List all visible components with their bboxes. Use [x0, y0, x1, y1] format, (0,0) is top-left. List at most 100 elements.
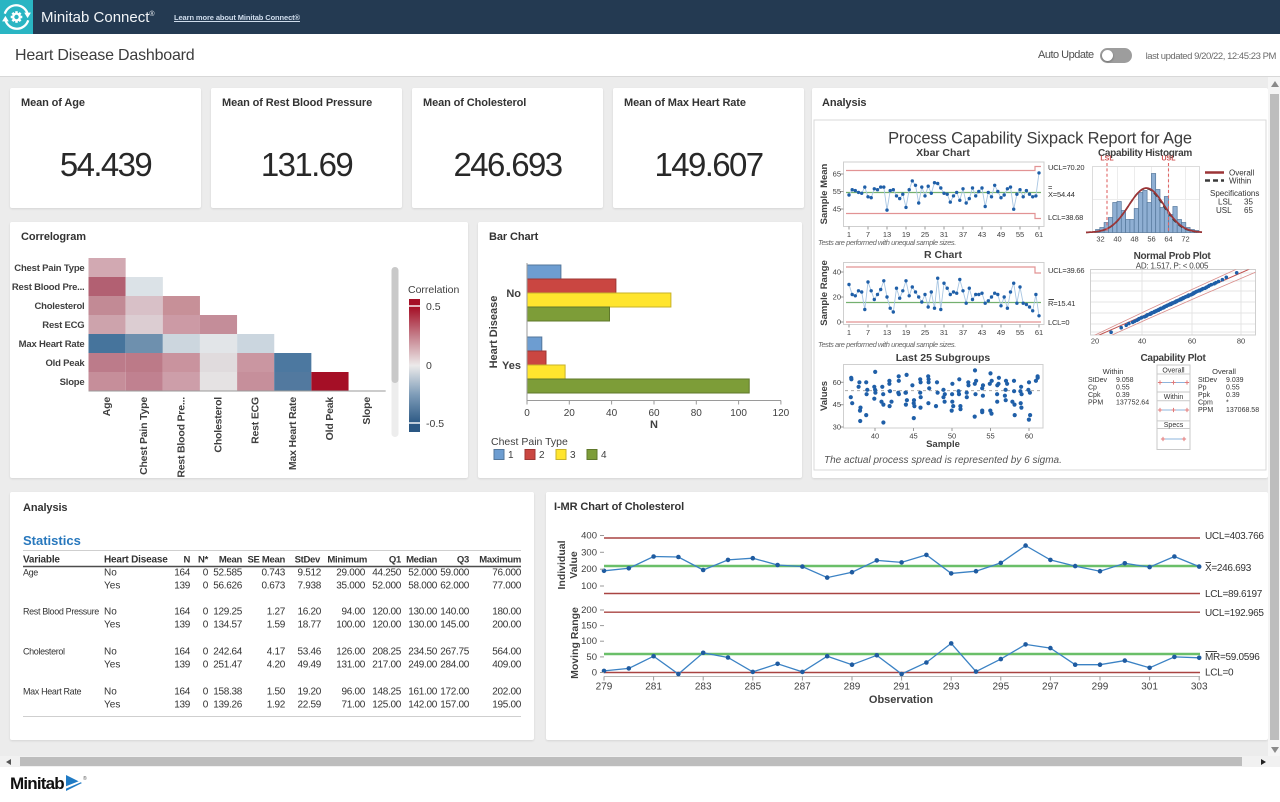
svg-text:164: 164 — [174, 647, 191, 658]
svg-text:94.00: 94.00 — [341, 607, 365, 618]
svg-text:*: * — [1226, 400, 1229, 407]
svg-text:LCL=0: LCL=0 — [1205, 668, 1234, 679]
svg-text:Slope: Slope — [361, 397, 373, 425]
svg-text:80: 80 — [1237, 337, 1245, 346]
svg-text:137068.58: 137068.58 — [1226, 407, 1259, 414]
svg-text:55: 55 — [986, 432, 994, 441]
svg-text:20: 20 — [1091, 337, 1099, 346]
svg-text:30: 30 — [833, 423, 841, 432]
svg-text:MR=59.0596: MR=59.0596 — [1205, 652, 1260, 663]
svg-text:Rest ECG: Rest ECG — [250, 397, 262, 444]
svg-text:20: 20 — [564, 408, 576, 419]
svg-text:1: 1 — [847, 328, 851, 337]
svg-text:25: 25 — [921, 328, 929, 337]
svg-text:Sample: Sample — [926, 439, 960, 450]
svg-text:Age: Age — [101, 397, 113, 417]
svg-text:61: 61 — [1035, 230, 1043, 239]
svg-text:Q1: Q1 — [389, 555, 402, 566]
svg-text:164: 164 — [174, 568, 191, 579]
svg-text:Normal Prob Plot: Normal Prob Plot — [1134, 251, 1212, 262]
svg-text:Last 25 Subgroups: Last 25 Subgroups — [896, 352, 991, 364]
svg-text:65: 65 — [1244, 206, 1253, 215]
svg-text:281: 281 — [645, 682, 662, 693]
svg-text:59.000: 59.000 — [440, 568, 470, 579]
svg-text:0: 0 — [592, 668, 597, 679]
svg-text:134.57: 134.57 — [213, 620, 243, 631]
svg-text:Specs: Specs — [1164, 422, 1184, 429]
svg-text:1.92: 1.92 — [267, 700, 286, 711]
svg-text:0: 0 — [203, 620, 209, 631]
svg-text:100.00: 100.00 — [336, 620, 366, 631]
svg-text:1: 1 — [508, 450, 514, 461]
svg-text:301: 301 — [1141, 682, 1158, 693]
svg-text:62.000: 62.000 — [440, 581, 470, 592]
svg-text:USL: USL — [1162, 156, 1177, 163]
svg-text:303: 303 — [1191, 682, 1208, 693]
svg-text:4.17: 4.17 — [267, 647, 286, 658]
svg-text:180.00: 180.00 — [492, 607, 522, 618]
svg-text:Process Capability Sixpack Rep: Process Capability Sixpack Report for Ag… — [888, 130, 1192, 148]
svg-text:35.000: 35.000 — [336, 581, 366, 592]
svg-text:3: 3 — [570, 450, 576, 461]
svg-text:40: 40 — [606, 408, 618, 419]
svg-text:31: 31 — [940, 328, 948, 337]
svg-text:7: 7 — [866, 328, 870, 337]
svg-text:60: 60 — [1188, 337, 1196, 346]
svg-text:564.00: 564.00 — [492, 647, 522, 658]
svg-text:Yes: Yes — [502, 360, 521, 372]
svg-text:Chest Pain Type: Chest Pain Type — [138, 397, 150, 475]
svg-text:120.00: 120.00 — [372, 620, 402, 631]
svg-text:Overall: Overall — [1162, 367, 1185, 374]
svg-text:Pp: Pp — [1198, 385, 1207, 392]
svg-text:Values: Values — [819, 381, 830, 411]
svg-text:No: No — [506, 288, 521, 300]
svg-text:No: No — [104, 647, 117, 658]
svg-text:55: 55 — [1016, 230, 1024, 239]
svg-text:200: 200 — [581, 605, 597, 616]
svg-text:140.00: 140.00 — [440, 607, 470, 618]
svg-text:Mean: Mean — [219, 555, 243, 566]
svg-text:49: 49 — [997, 328, 1005, 337]
svg-text:200.00: 200.00 — [492, 620, 522, 631]
svg-text:217.00: 217.00 — [372, 660, 402, 671]
svg-text:300: 300 — [581, 547, 597, 558]
svg-text:Max Heart Rate: Max Heart Rate — [287, 397, 299, 470]
svg-text:0: 0 — [203, 700, 209, 711]
svg-text:LSL: LSL — [1100, 156, 1114, 163]
svg-text:Chest Pain Type: Chest Pain Type — [14, 263, 84, 274]
svg-text:77.000: 77.000 — [492, 581, 522, 592]
svg-text:299: 299 — [1092, 682, 1109, 693]
svg-text:50: 50 — [586, 652, 597, 663]
svg-text:61: 61 — [1035, 328, 1043, 337]
svg-text:N*: N* — [198, 555, 209, 566]
svg-text:Heart Disease: Heart Disease — [488, 296, 500, 369]
svg-text:164: 164 — [174, 607, 191, 618]
svg-text:287: 287 — [794, 682, 811, 693]
svg-text:65: 65 — [833, 170, 841, 179]
svg-text:200: 200 — [581, 564, 597, 575]
svg-text:285: 285 — [744, 682, 761, 693]
svg-text:UCL=403.766: UCL=403.766 — [1205, 531, 1264, 542]
svg-text:Maximum: Maximum — [479, 555, 521, 566]
svg-text:4: 4 — [601, 450, 607, 461]
svg-text:45: 45 — [909, 432, 917, 441]
svg-text:71.00: 71.00 — [341, 700, 365, 711]
svg-text:9.058: 9.058 — [1116, 377, 1134, 384]
svg-text:X=54.44: X=54.44 — [1048, 190, 1075, 199]
svg-text:131.00: 131.00 — [336, 660, 366, 671]
svg-text:142.00: 142.00 — [408, 700, 438, 711]
svg-text:0.673: 0.673 — [261, 581, 285, 592]
svg-text:45: 45 — [833, 205, 841, 214]
svg-text:297: 297 — [1042, 682, 1059, 693]
svg-text:Capability Plot: Capability Plot — [1141, 353, 1207, 364]
svg-text:52.000: 52.000 — [408, 568, 438, 579]
svg-text:32: 32 — [1096, 235, 1104, 244]
svg-text:120.00: 120.00 — [372, 607, 402, 618]
svg-text:0: 0 — [426, 360, 432, 372]
svg-text:64: 64 — [1164, 235, 1172, 244]
svg-text:52.585: 52.585 — [213, 568, 243, 579]
svg-text:158.38: 158.38 — [213, 687, 243, 698]
svg-text:409.00: 409.00 — [492, 660, 522, 671]
svg-text:StDev: StDev — [295, 555, 321, 566]
svg-text:202.00: 202.00 — [492, 687, 522, 698]
